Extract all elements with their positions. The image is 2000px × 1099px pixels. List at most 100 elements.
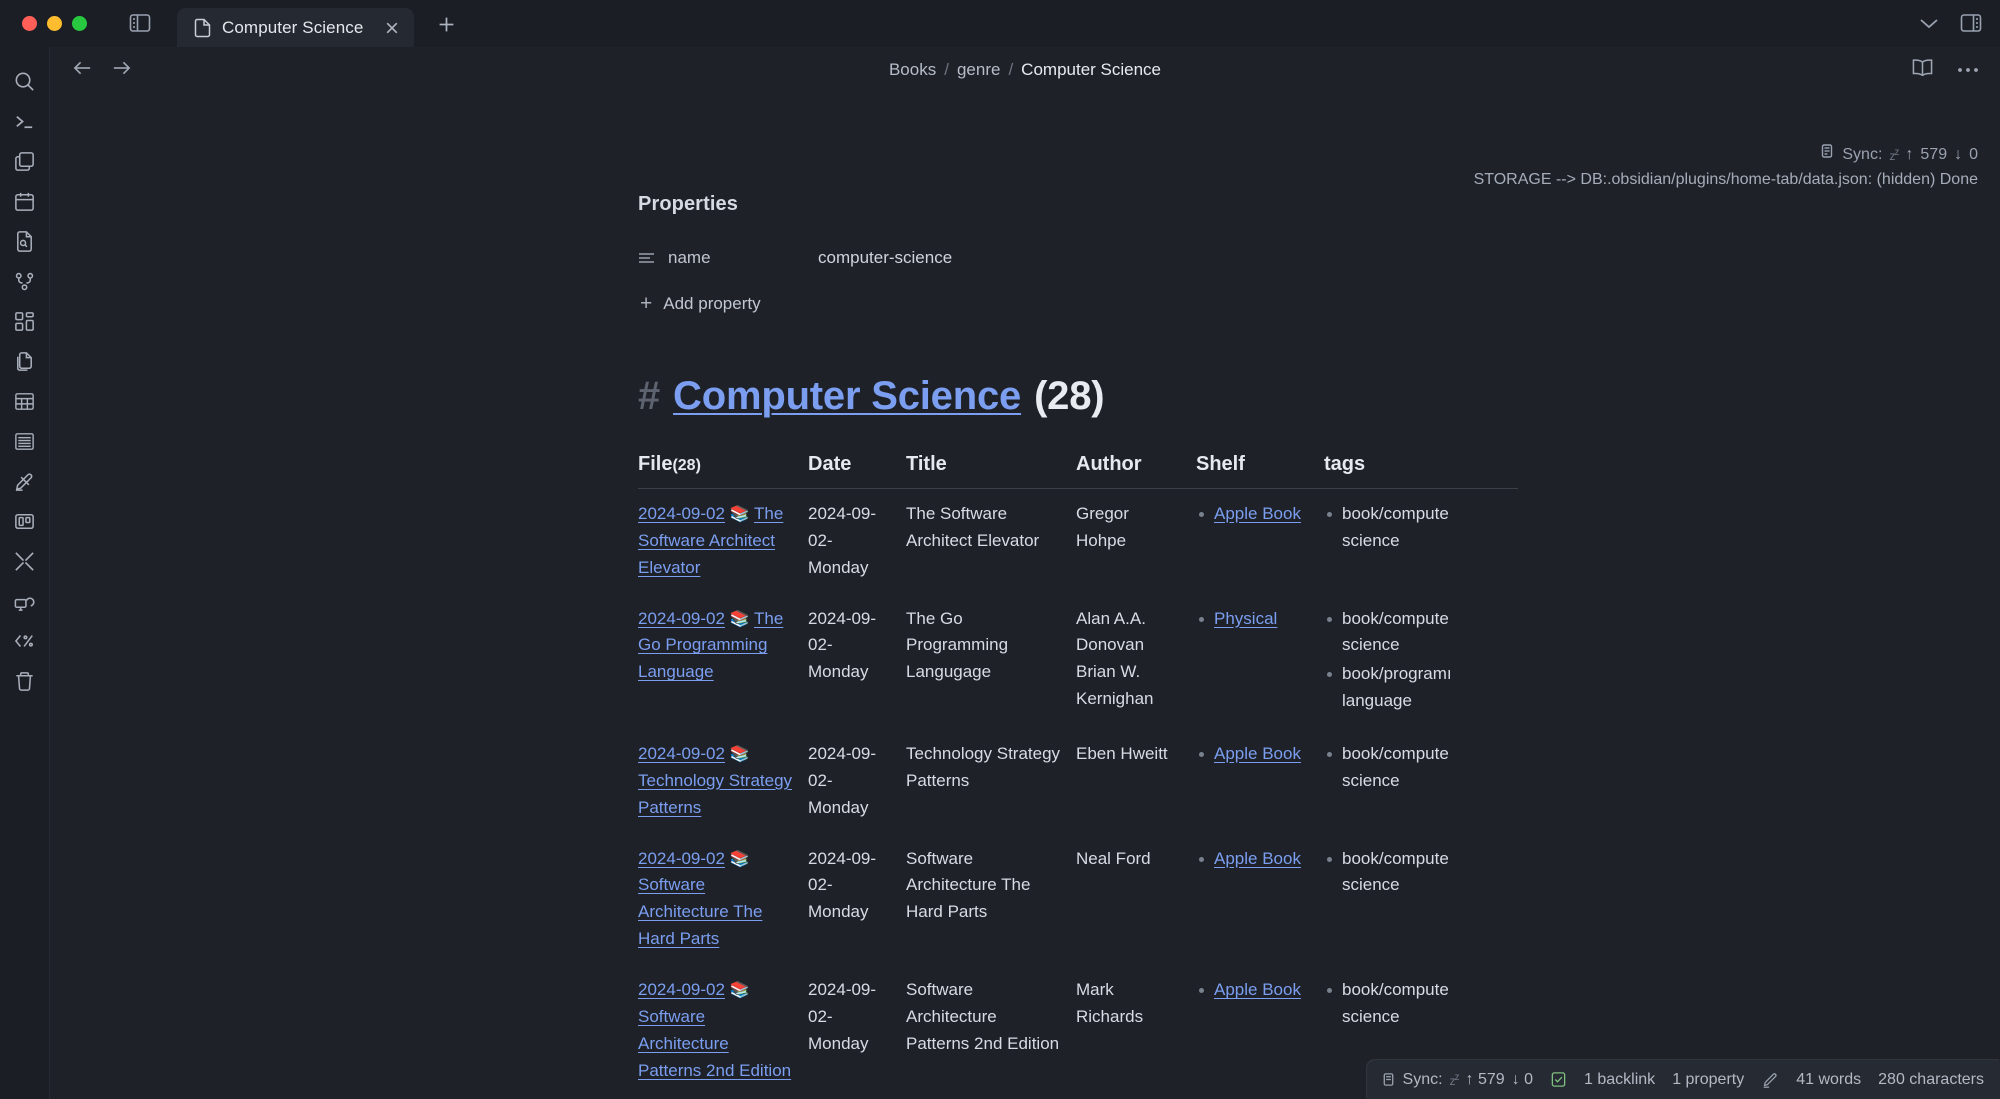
chevron-down-icon[interactable] (1918, 16, 1940, 35)
copy-files-icon[interactable] (5, 341, 45, 381)
shelf-link[interactable]: Apple Book (1214, 504, 1301, 523)
file-link[interactable]: 2024-09-02 (638, 849, 725, 868)
file-link[interactable]: 2024-09-02 (638, 609, 725, 628)
cell-date: 2024-09-02-Monday (808, 608, 877, 682)
tab-strip: Computer Science (177, 0, 460, 47)
window-traffic-lights (0, 16, 87, 47)
property-row-name[interactable]: name computer-science (638, 241, 1518, 275)
sidebar-right-icon[interactable] (1960, 13, 1982, 38)
list-item: book/compute science (1324, 501, 1504, 555)
table-body: 2024-09-02 📚 The Software Architect Elev… (638, 489, 1518, 1099)
view-header-actions (1911, 47, 1980, 93)
new-tab-button[interactable] (432, 10, 460, 38)
file-link-date: 2024-09-02 (638, 848, 725, 868)
status-sync[interactable]: Sync: zz ↑ 579 ↓ 0 (1381, 1070, 1534, 1089)
terminal-icon[interactable] (5, 101, 45, 141)
remote-sync-icon[interactable] (5, 581, 45, 621)
text-lines-icon (638, 251, 668, 265)
note-content: Properties name computer-science + Add p… (50, 93, 2000, 1099)
status-sync-label: Sync: (1402, 1070, 1443, 1088)
kanban-icon[interactable] (5, 501, 45, 541)
window-close-button[interactable] (22, 16, 37, 31)
file-link-date: 2024-09-02 (638, 608, 725, 628)
shelf-link[interactable]: Apple Book (1214, 980, 1301, 999)
git-graph-icon[interactable] (5, 261, 45, 301)
add-property-button[interactable]: + Add property (638, 293, 1518, 314)
list-item: Apple Book (1196, 977, 1310, 1004)
breadcrumb-item-current[interactable]: Computer Science (1021, 60, 1161, 80)
tab-computer-science[interactable]: Computer Science (177, 8, 415, 47)
cell-author: Gregor Hohpe (1076, 504, 1129, 550)
cell-title: The Go Programming Langugage (906, 608, 1009, 682)
cell-title: Technology Strategy Patterns (906, 744, 1061, 790)
shelf-link[interactable]: Physical (1214, 609, 1277, 628)
status-backlinks[interactable]: 1 backlink (1584, 1071, 1655, 1089)
shelf-link[interactable]: Apple Book (1214, 744, 1301, 763)
cell-file: 2024-09-02 📚 Software Architecture Patte… (638, 965, 808, 1096)
table-row: 2024-09-02 📚 The Go Programming Language… (638, 594, 1518, 729)
status-properties[interactable]: 1 property (1672, 1071, 1744, 1089)
search-icon[interactable] (5, 61, 45, 101)
cell-author: Alan A.A. Donovan Brian W. Kernighan (1076, 608, 1154, 709)
cell-date: 2024-09-02-Monday (808, 744, 877, 817)
status-sync-up: ↑ 579 (1465, 1070, 1505, 1088)
list-item: book/compute science (1324, 606, 1504, 660)
file-link-date: 2024-09-02 (638, 504, 725, 523)
property-key[interactable]: name (668, 248, 818, 268)
sync-icon (1381, 1072, 1396, 1087)
file-search-icon[interactable] (5, 221, 45, 261)
cell-shelf: Apple Book (1196, 834, 1324, 965)
file-link-title[interactable]: Software Architecture Patterns 2nd Editi… (638, 1007, 791, 1080)
column-header-date[interactable]: Date (808, 453, 906, 489)
obsidian-app-window: Computer Science Books / genre / Compute… (0, 0, 2000, 1099)
column-header-title[interactable]: Title (906, 453, 1076, 489)
file-link[interactable]: 2024-09-02 (638, 980, 725, 999)
dataview-table: File(28) Date Title Author Shelf tags 20… (638, 453, 1518, 1099)
list-item: book/compute science (1324, 846, 1504, 900)
close-icon[interactable] (374, 20, 400, 36)
file-link-title[interactable]: Technology Strategy Patterns (638, 771, 792, 817)
file-link-title[interactable]: Software Architecture The Hard Parts (638, 875, 762, 948)
status-word-count[interactable]: 41 words (1796, 1071, 1861, 1089)
column-header-tags[interactable]: tags (1324, 453, 1518, 489)
calendar-icon[interactable] (5, 181, 45, 221)
breadcrumb-separator: / (1008, 60, 1014, 79)
shelf-link[interactable]: Apple Book (1214, 849, 1301, 868)
window-minimize-button[interactable] (47, 16, 62, 31)
table-row: 2024-09-02 📚 The Software Architect Elev… (638, 489, 1518, 594)
list-lines-icon[interactable] (5, 421, 45, 461)
file-link[interactable]: 2024-09-02 (638, 504, 725, 523)
cell-title: Software Architecture Patterns 2nd Editi… (906, 980, 1060, 1053)
arrow-right-icon[interactable] (111, 59, 132, 82)
status-task-indicator[interactable] (1550, 1071, 1567, 1088)
book-open-icon[interactable] (1911, 57, 1934, 83)
list-item: book/compute science (1324, 977, 1504, 1031)
table-icon[interactable] (5, 381, 45, 421)
breadcrumb-item-genre[interactable]: genre (957, 60, 1000, 80)
file-link[interactable]: 2024-09-02 (638, 744, 725, 763)
property-value[interactable]: computer-science (818, 248, 952, 268)
copy-layers-icon[interactable] (5, 141, 45, 181)
tools-icon[interactable] (5, 541, 45, 581)
table-row: 2024-09-02 📚 Technology Strategy Pattern… (638, 729, 1518, 834)
breadcrumb-item-books[interactable]: Books (889, 60, 936, 80)
status-sync-down: ↓ 0 (1511, 1070, 1534, 1088)
column-header-author[interactable]: Author (1076, 453, 1196, 489)
status-edit-indicator[interactable] (1761, 1071, 1779, 1089)
trash-icon[interactable] (5, 661, 45, 701)
cell-tags: book/compute science (1324, 729, 1518, 834)
column-header-file[interactable]: File(28) (638, 453, 808, 489)
list-item: Apple Book (1196, 846, 1310, 873)
heading-link[interactable]: Computer Science (673, 374, 1021, 419)
sidebar-left-icon[interactable] (125, 8, 155, 38)
note-document: Properties name computer-science + Add p… (638, 93, 1518, 1099)
highlighter-icon[interactable] (5, 461, 45, 501)
more-horizontal-icon[interactable] (1956, 61, 1980, 79)
column-header-shelf[interactable]: Shelf (1196, 453, 1324, 489)
dashboard-grid-icon[interactable] (5, 301, 45, 341)
window-zoom-button[interactable] (72, 16, 87, 31)
code-percent-icon[interactable] (5, 621, 45, 661)
arrow-left-icon[interactable] (72, 59, 93, 82)
table-header-row: File(28) Date Title Author Shelf tags (638, 453, 1518, 489)
status-character-count[interactable]: 280 characters (1878, 1071, 1984, 1089)
